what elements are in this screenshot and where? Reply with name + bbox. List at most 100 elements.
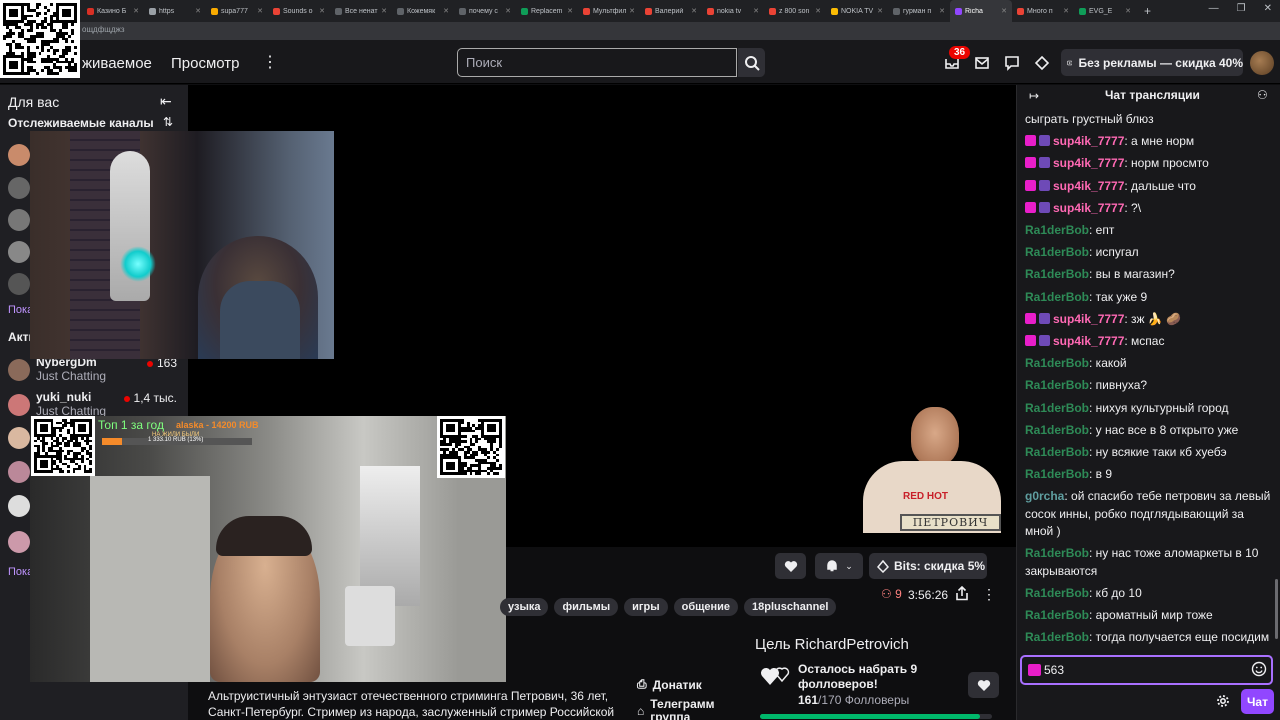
recommended-channel-avatar[interactable]	[8, 461, 30, 483]
subscriber-badge-icon[interactable]	[1025, 179, 1036, 191]
chat-username[interactable]: Ra1derBob	[1025, 245, 1089, 259]
chat-username[interactable]: Ra1derBob	[1025, 586, 1089, 600]
browser-tab[interactable]: Мультфил ✕	[578, 0, 640, 22]
browser-tab[interactable]: nokia tv ✕	[702, 0, 764, 22]
restore-icon[interactable]: ❐	[1237, 3, 1246, 14]
collapse-sidebar-icon[interactable]: ⇤	[160, 93, 172, 110]
tab-close-icon[interactable]: ✕	[939, 7, 945, 15]
chat-username[interactable]: sup4ik_7777	[1053, 334, 1124, 348]
search-button[interactable]	[738, 48, 765, 77]
chat-username[interactable]: Ra1derBob	[1025, 401, 1089, 415]
tab-close-icon[interactable]: ✕	[257, 7, 263, 15]
tag[interactable]: общение	[673, 598, 739, 616]
browser-tab[interactable]: почему с ✕	[454, 0, 516, 22]
recommended-channel-avatar[interactable]	[8, 495, 30, 517]
new-tab-button[interactable]: +	[1136, 4, 1159, 18]
followed-channel-avatar[interactable]	[8, 273, 30, 295]
gifter-badge-icon[interactable]	[1039, 135, 1050, 147]
gear-icon[interactable]	[1216, 694, 1230, 711]
sidebar-channel[interactable]: NybergDm Just Chatting 163	[8, 355, 183, 385]
followed-channel-avatar[interactable]	[8, 177, 30, 199]
tab-close-icon[interactable]: ✕	[753, 7, 759, 15]
nav-following-link[interactable]: живаемое	[82, 55, 152, 72]
notifications-button[interactable]: ⌄	[815, 553, 863, 579]
chat-username[interactable]: Ra1derBob	[1025, 546, 1089, 560]
tab-close-icon[interactable]: ✕	[567, 7, 573, 15]
turbo-button[interactable]: Без рекламы — скидка 40%	[1061, 49, 1243, 76]
user-avatar[interactable]	[1250, 51, 1274, 75]
recommended-channel-avatar[interactable]	[8, 531, 30, 553]
tab-close-icon[interactable]: ✕	[815, 7, 821, 15]
browser-tab[interactable]: Казино Б ✕	[82, 0, 144, 22]
close-icon[interactable]: ✕	[1264, 3, 1272, 14]
followed-channel-avatar[interactable]	[8, 144, 30, 166]
sort-icon[interactable]: ⇅	[163, 115, 173, 129]
browser-tab[interactable]: Replacem ✕	[516, 0, 578, 22]
goal-follow-button[interactable]	[968, 672, 999, 698]
browser-tab[interactable]: Richa ✕	[950, 0, 1012, 22]
subscriber-badge-icon[interactable]	[1025, 135, 1036, 147]
followed-channel-avatar[interactable]	[8, 241, 30, 263]
tab-close-icon[interactable]: ✕	[1001, 7, 1007, 15]
tag[interactable]: 18pluschannel	[744, 598, 837, 616]
chat-username[interactable]: Ra1derBob	[1025, 630, 1089, 644]
browser-tab[interactable]: z 800 son ✕	[764, 0, 826, 22]
chat-username[interactable]: Ra1derBob	[1025, 290, 1089, 304]
tab-close-icon[interactable]: ✕	[319, 7, 325, 15]
followed-channel-avatar[interactable]	[8, 209, 30, 231]
chat-username[interactable]: Ra1derBob	[1025, 267, 1089, 281]
follow-button[interactable]	[775, 553, 806, 579]
chat-username[interactable]: Ra1derBob	[1025, 467, 1089, 481]
browser-tab[interactable]: Все ненат ✕	[330, 0, 392, 22]
chat-username[interactable]: Ra1derBob	[1025, 223, 1089, 237]
collapse-chat-icon[interactable]: ↦	[1029, 89, 1039, 103]
browser-tab[interactable]: https ✕	[144, 0, 206, 22]
subscriber-badge-icon[interactable]	[1025, 157, 1036, 169]
donatik-link[interactable]: ⎙ Донатик	[637, 677, 702, 692]
chat-scrollbar[interactable]	[1275, 579, 1278, 639]
telegram-link[interactable]: ⌂ Телеграмм группа	[637, 698, 715, 720]
tab-close-icon[interactable]: ✕	[1125, 7, 1131, 15]
tag[interactable]: фильмы	[554, 598, 619, 616]
tab-close-icon[interactable]: ✕	[691, 7, 697, 15]
mail-icon[interactable]	[973, 54, 991, 72]
browser-tab[interactable]: NOKIA TV ✕	[826, 0, 888, 22]
chat-username[interactable]: g0rcha	[1025, 489, 1064, 503]
tab-close-icon[interactable]: ✕	[877, 7, 883, 15]
gifter-badge-icon[interactable]	[1039, 335, 1050, 347]
crown-icon[interactable]	[1033, 54, 1051, 72]
user-list-icon[interactable]: ⚇	[1257, 88, 1268, 102]
gifter-badge-icon[interactable]	[1039, 179, 1050, 191]
tab-close-icon[interactable]: ✕	[195, 7, 201, 15]
nav-browse-link[interactable]: Просмотр	[171, 55, 240, 72]
subscriber-badge-icon[interactable]	[1025, 335, 1036, 347]
tab-close-icon[interactable]: ✕	[1063, 7, 1069, 15]
chat-username[interactable]: sup4ik_7777	[1053, 156, 1124, 170]
tag[interactable]: игры	[624, 598, 668, 616]
browser-tab[interactable]: Sounds o ✕	[268, 0, 330, 22]
emote-picker-icon[interactable]	[1251, 661, 1267, 680]
tab-close-icon[interactable]: ✕	[381, 7, 387, 15]
browser-tab[interactable]: Кожемяк ✕	[392, 0, 454, 22]
recommended-channel-avatar[interactable]	[8, 427, 30, 449]
tab-close-icon[interactable]: ✕	[133, 7, 139, 15]
browser-tab[interactable]: EVG_E ✕	[1074, 0, 1136, 22]
browser-tab[interactable]: supa777 ✕	[206, 0, 268, 22]
whispers-icon[interactable]	[1003, 54, 1021, 72]
chat-username[interactable]: sup4ik_7777	[1053, 312, 1124, 326]
tab-close-icon[interactable]: ✕	[629, 7, 635, 15]
more-options-icon[interactable]: ⋮	[982, 586, 996, 603]
subscriber-badge-icon[interactable]	[1025, 312, 1036, 324]
tab-close-icon[interactable]: ✕	[443, 7, 449, 15]
subscriber-badge-icon[interactable]	[1025, 201, 1036, 213]
address-fragment[interactable]: ощдфщджз	[82, 25, 125, 34]
chat-username[interactable]: sup4ik_7777	[1053, 134, 1124, 148]
chat-input[interactable]: 563	[1020, 655, 1273, 685]
chat-username[interactable]: Ra1derBob	[1025, 423, 1089, 437]
minimize-icon[interactable]: —	[1209, 3, 1219, 14]
chat-username[interactable]: Ra1derBob	[1025, 378, 1089, 392]
gifter-badge-icon[interactable]	[1039, 312, 1050, 324]
search-input[interactable]: Поиск	[457, 48, 737, 77]
more-menu-icon[interactable]: ⋮	[262, 52, 278, 72]
browser-tab[interactable]: Много п ✕	[1012, 0, 1074, 22]
